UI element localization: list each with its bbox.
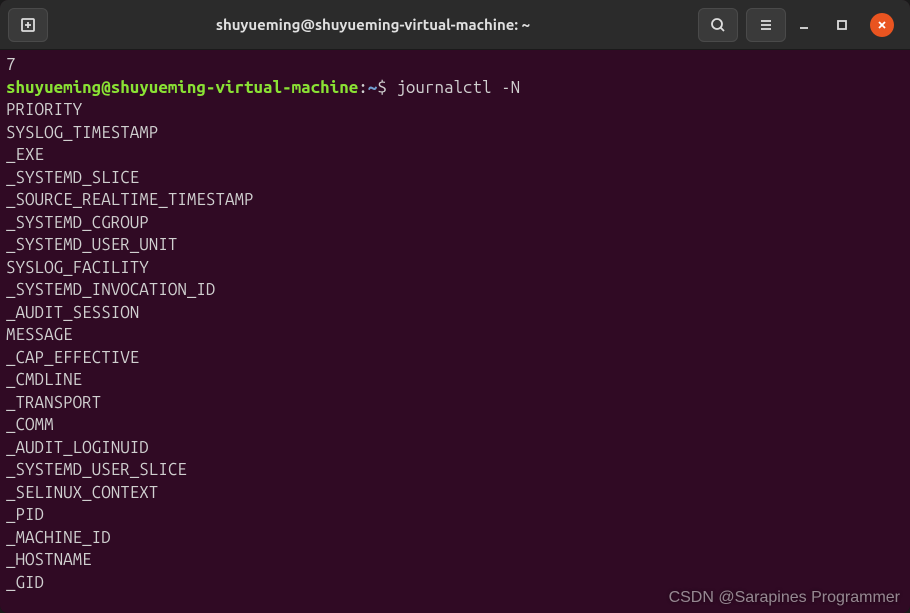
prompt-user-host: shuyueming@shuyueming-virtual-machine xyxy=(6,78,358,97)
prompt-separator: : xyxy=(358,78,368,97)
watermark: CSDN @Sarapines Programmer xyxy=(669,589,900,607)
command-output: PRIORITY SYSLOG_TIMESTAMP _EXE _SYSTEMD_… xyxy=(6,100,254,592)
prompt-symbol: $ xyxy=(377,78,387,97)
minimize-icon xyxy=(797,18,811,32)
close-icon xyxy=(876,19,888,31)
command-text: journalctl -N xyxy=(396,78,520,97)
window-title: shuyueming@shuyueming-virtual-machine: ~ xyxy=(56,16,690,33)
hamburger-icon xyxy=(757,16,775,34)
terminal-window: shuyueming@shuyueming-virtual-machine: ~ xyxy=(0,0,910,613)
window-controls xyxy=(794,13,902,37)
maximize-button[interactable] xyxy=(832,15,852,35)
menu-button[interactable] xyxy=(746,8,786,42)
close-button[interactable] xyxy=(870,13,894,37)
previous-output: 7 xyxy=(6,55,16,74)
search-button[interactable] xyxy=(698,8,738,42)
search-icon xyxy=(709,16,727,34)
prompt-line: shuyueming@shuyueming-virtual-machine:~$… xyxy=(6,78,520,97)
minimize-button[interactable] xyxy=(794,15,814,35)
new-tab-icon xyxy=(19,16,37,34)
maximize-icon xyxy=(835,18,849,32)
titlebar: shuyueming@shuyueming-virtual-machine: ~ xyxy=(0,0,910,50)
new-tab-button[interactable] xyxy=(8,8,48,42)
terminal-body[interactable]: 7 shuyueming@shuyueming-virtual-machine:… xyxy=(0,50,910,613)
prompt-path: ~ xyxy=(368,78,378,97)
